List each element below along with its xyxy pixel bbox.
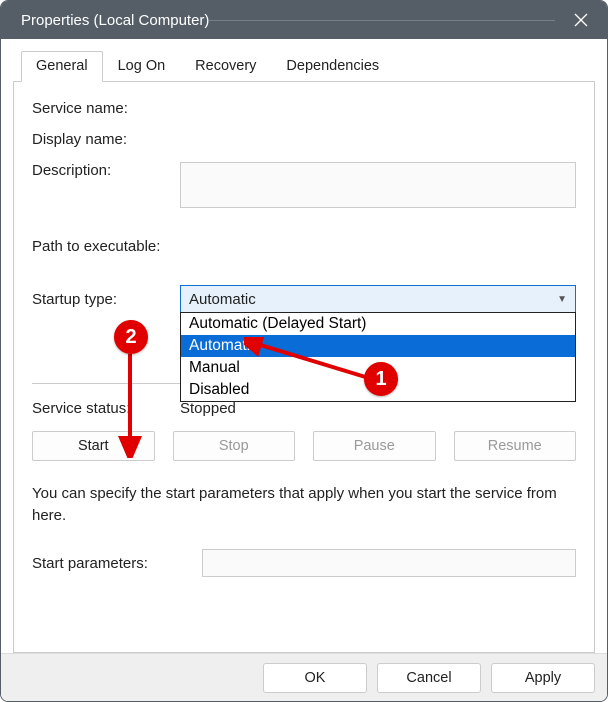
resume-button[interactable]: Resume (454, 431, 577, 461)
dialog-footer: OK Cancel Apply (1, 653, 607, 701)
chevron-down-icon: ▼ (557, 294, 567, 305)
start-button[interactable]: Start (32, 431, 155, 461)
service-status-value: Stopped (180, 400, 236, 417)
titlebar: Properties (Local Computer) (1, 1, 607, 39)
startup-type-combo[interactable]: Automatic ▼ Automatic (Delayed Start) Au… (180, 285, 576, 313)
label-service-name: Service name: (32, 100, 180, 117)
ok-button[interactable]: OK (263, 663, 367, 693)
tab-general[interactable]: General (21, 51, 103, 82)
window-title: Properties (Local Computer) (21, 12, 209, 29)
pause-button[interactable]: Pause (313, 431, 436, 461)
tab-strip: General Log On Recovery Dependencies (21, 51, 597, 81)
tab-log-on[interactable]: Log On (103, 51, 181, 81)
tab-recovery[interactable]: Recovery (180, 51, 271, 81)
label-description: Description: (32, 162, 180, 179)
tab-dependencies[interactable]: Dependencies (271, 51, 394, 81)
hint-text: You can specify the start parameters tha… (32, 483, 576, 527)
close-button[interactable] (555, 1, 607, 39)
label-start-parameters: Start parameters: (32, 555, 202, 572)
label-service-status: Service status: (32, 400, 180, 417)
annotation-badge-1: 1 (364, 362, 398, 396)
start-parameters-field[interactable] (202, 549, 576, 577)
close-icon (574, 13, 588, 27)
cancel-button[interactable]: Cancel (377, 663, 481, 693)
option-automatic[interactable]: Automatic (181, 335, 575, 357)
option-automatic-delayed[interactable]: Automatic (Delayed Start) (181, 313, 575, 335)
label-path: Path to executable: (32, 238, 160, 255)
apply-button[interactable]: Apply (491, 663, 595, 693)
properties-window: Properties (Local Computer) General Log … (0, 0, 608, 702)
label-startup-type: Startup type: (32, 291, 180, 308)
annotation-badge-2: 2 (114, 320, 148, 354)
dialog-body: General Log On Recovery Dependencies Ser… (1, 39, 607, 653)
label-display-name: Display name: (32, 131, 180, 148)
general-panel: Service name: Display name: Description:… (13, 81, 595, 653)
startup-selected-value: Automatic (189, 291, 256, 308)
description-field[interactable] (180, 162, 576, 208)
stop-button[interactable]: Stop (173, 431, 296, 461)
